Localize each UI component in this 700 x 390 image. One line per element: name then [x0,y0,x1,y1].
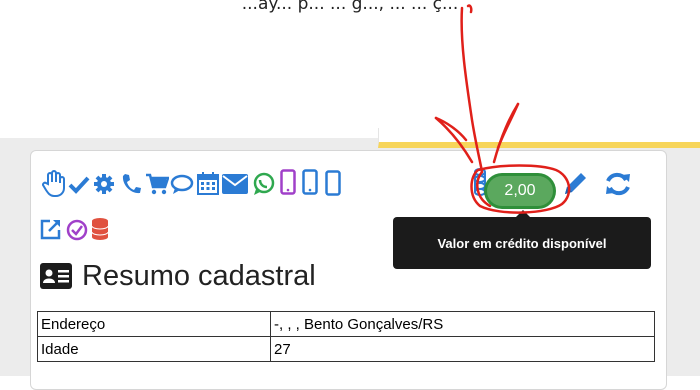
credit-tooltip: Valor em crédito disponível [393,217,651,269]
refresh-icon[interactable] [604,171,632,197]
table-row: Endereço -, , , Bento Gonçalves/RS [37,311,655,337]
row-label: Idade [37,336,271,362]
calendar-icon[interactable] [197,171,219,195]
id-card-icon [40,263,72,289]
check-circle-icon[interactable] [66,219,88,241]
yellow-header-bar [378,128,700,148]
credit-badge[interactable]: 2,00 [487,176,553,206]
envelope-icon[interactable] [222,174,248,194]
tooltip-arrow [516,210,530,217]
mobile-purple-icon[interactable] [280,169,296,195]
top-caption: ...ay... p... ... g..., ... ... ç... [241,0,459,14]
pencil-icon[interactable] [562,171,588,197]
database-icon[interactable] [91,217,109,241]
check-icon[interactable] [68,176,90,194]
section-heading: Resumo cadastral [40,258,316,294]
database-icon-partial [474,168,486,196]
row-value: -, , , Bento Gonçalves/RS [270,311,655,337]
gear-icon[interactable] [93,173,115,195]
cart-icon[interactable] [145,173,169,195]
row-value: 27 [270,336,655,362]
hand-icon[interactable] [42,170,66,198]
row-label: Endereço [37,311,271,337]
mobile-icon[interactable] [325,170,341,196]
table-row: Idade 27 [37,336,655,362]
page-title: Resumo cadastral [82,259,316,292]
external-link-icon[interactable] [40,218,62,240]
whatsapp-icon[interactable] [252,172,276,196]
mobile-blue-icon[interactable] [302,169,318,195]
summary-table: Endereço -, , , Bento Gonçalves/RS Idade… [37,311,655,362]
phone-icon[interactable] [121,173,141,195]
chat-icon[interactable] [170,174,194,196]
